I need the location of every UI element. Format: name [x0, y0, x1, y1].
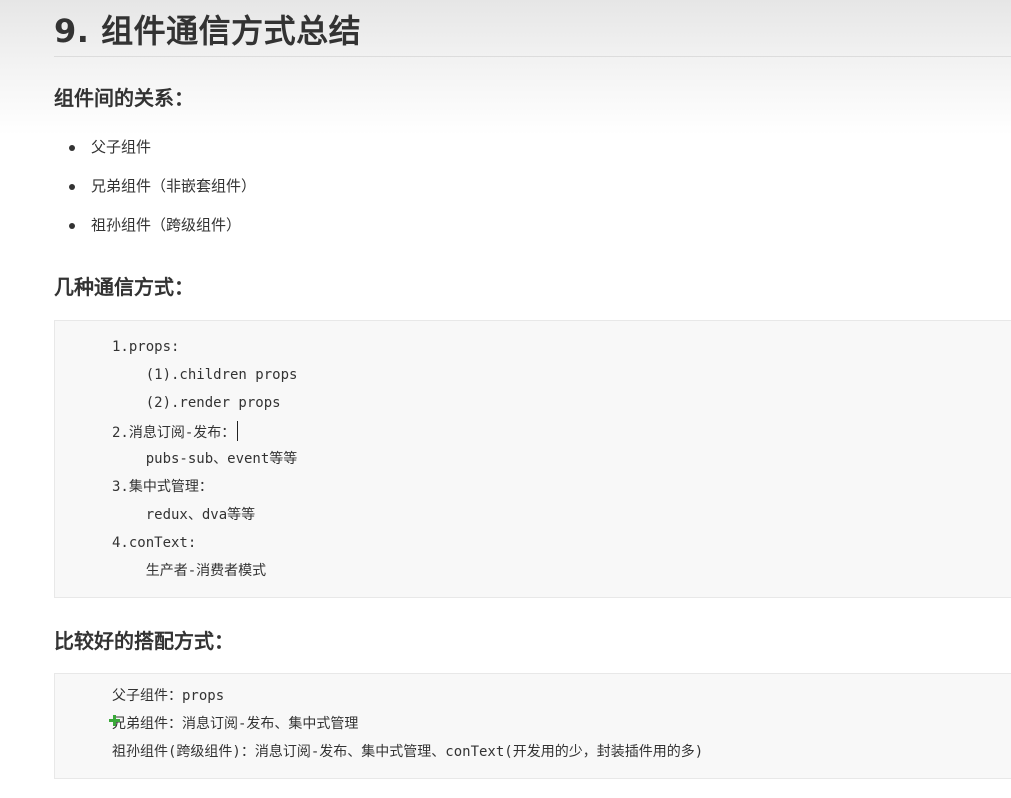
code-line: pubs-sub、event等等 [112, 451, 298, 467]
best-heading: 比较好的搭配方式： [54, 629, 234, 653]
methods-code-block[interactable]: 1.props: (1).children props (2).render p… [54, 320, 1011, 598]
plus-icon [109, 715, 120, 726]
title-divider [54, 56, 1011, 57]
code-line: 兄弟组件：消息订阅-发布、集中式管理 [112, 716, 359, 732]
relations-list: 父子组件 兄弟组件（非嵌套组件） 祖孙组件（跨级组件） [54, 136, 256, 253]
document-content: 9. 组件通信方式总结 组件间的关系： 父子组件 兄弟组件（非嵌套组件） 祖孙组… [0, 0, 1011, 798]
list-item: 祖孙组件（跨级组件） [54, 214, 256, 253]
code-line: redux、dva等等 [112, 507, 256, 523]
code-line: 3.集中式管理： [112, 479, 213, 495]
code-line: 1.props: [112, 339, 180, 355]
relations-heading: 组件间的关系： [54, 86, 194, 110]
code-line: (2).render props [112, 395, 281, 411]
best-code-block[interactable]: 父子组件：props 兄弟组件：消息订阅-发布、集中式管理 祖孙组件(跨级组件)… [54, 673, 1011, 779]
code-line-text: 2.消息订阅-发布： [112, 425, 236, 441]
list-item: 父子组件 [54, 136, 256, 175]
code-line: 祖孙组件(跨级组件)：消息订阅-发布、集中式管理、conText(开发用的少，封… [112, 744, 704, 760]
code-line: 2.消息订阅-发布： [112, 421, 239, 441]
list-item: 兄弟组件（非嵌套组件） [54, 175, 256, 214]
methods-heading: 几种通信方式： [54, 275, 194, 299]
code-line: 4.conText: [112, 535, 197, 551]
text-caret [237, 421, 239, 441]
page-title: 9. 组件通信方式总结 [54, 12, 362, 50]
code-line: (1).children props [112, 367, 298, 383]
code-line: 生产者-消费者模式 [112, 563, 267, 579]
code-line: 父子组件：props [112, 688, 225, 704]
